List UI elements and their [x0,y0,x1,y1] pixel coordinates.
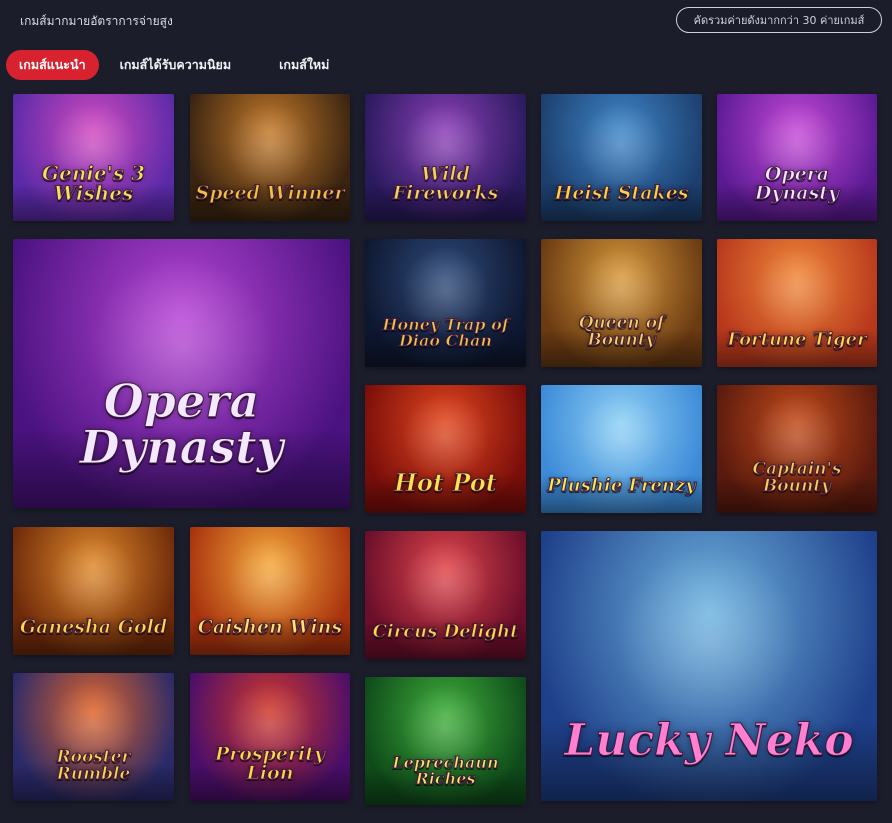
thumbnail-glow [49,534,138,624]
game-tile[interactable]: Caishen Wins [190,527,350,655]
game-title: Lucky Neko [564,715,854,767]
thumbnail-glow [753,246,841,335]
thumbnail-glow [401,538,490,628]
thumbnail-glow [226,101,314,190]
game-title: Prosperity Lion [214,743,326,785]
thumbnail-glow [616,547,802,732]
game-title: Hot Pot [394,468,498,498]
game-title: Leprechaun Riches [392,753,499,789]
game-tile[interactable]: Opera Dynasty [13,239,350,508]
game-title: Opera Dynasty [754,163,840,205]
section-heading: เกมส์มากมายอัตราการจ่ายสูง [20,14,173,28]
game-title: Caishen Wins [197,616,343,639]
game-title: Queen of Bounty [578,313,665,351]
game-tile[interactable]: Captain's Bounty [717,385,877,513]
game-title: Ganesha Gold [19,616,168,639]
game-tile[interactable]: Fortune Tiger [717,239,877,367]
category-tabs: เกมส์แนะนำ เกมส์ได้รับความนิยม เกมส์ใหม่ [6,50,346,80]
game-title: Honey Trap of Diao Chan [382,315,509,351]
game-tile[interactable]: Wild Fireworks [365,94,526,221]
thumbnail-glow [577,392,666,482]
game-tile[interactable]: Lucky Neko [541,531,877,801]
game-title: Rooster Rumble [56,747,131,785]
game-tile[interactable]: Hot Pot [365,385,526,513]
tab-recommended[interactable]: เกมส์แนะนำ [6,50,99,80]
tab-popular[interactable]: เกมส์ได้รับความนิยม [107,50,245,80]
game-title: Wild Fireworks [392,163,499,205]
game-title: Speed Winner [195,182,345,205]
game-tile[interactable]: Circus Delight [365,531,526,659]
game-title: Plushie Frenzy [547,475,696,497]
game-title: Genie's 3 Wishes [42,161,146,206]
game-tile[interactable]: Opera Dynasty [717,94,877,221]
tab-new[interactable]: เกมส์ใหม่ [266,50,342,80]
game-tile[interactable]: Queen of Bounty [541,239,702,367]
game-title: Fortune Tiger [727,329,867,351]
thumbnail-glow [577,101,666,191]
game-title: Opera Dynasty [79,374,284,475]
game-title: Heist Stakes [554,182,689,205]
game-tile[interactable]: Honey Trap of Diao Chan [365,239,526,367]
game-tile[interactable]: Speed Winner [190,94,350,221]
game-tile[interactable]: Genie's 3 Wishes [13,94,174,221]
game-title: Circus Delight [372,621,519,643]
game-tile[interactable]: Ganesha Gold [13,527,174,655]
game-tile[interactable]: Rooster Rumble [13,673,174,801]
game-tile[interactable]: Leprechaun Riches [365,677,526,805]
thumbnail-glow [226,534,314,623]
game-tile[interactable]: Prosperity Lion [190,673,350,801]
game-title: Captain's Bounty [752,459,842,497]
game-tile[interactable]: Plushie Frenzy [541,385,702,513]
game-tile[interactable]: Heist Stakes [541,94,702,221]
providers-button[interactable]: คัดรวมค่ายดังมากกว่า 30 ค่ายเกมส์ [676,7,882,33]
